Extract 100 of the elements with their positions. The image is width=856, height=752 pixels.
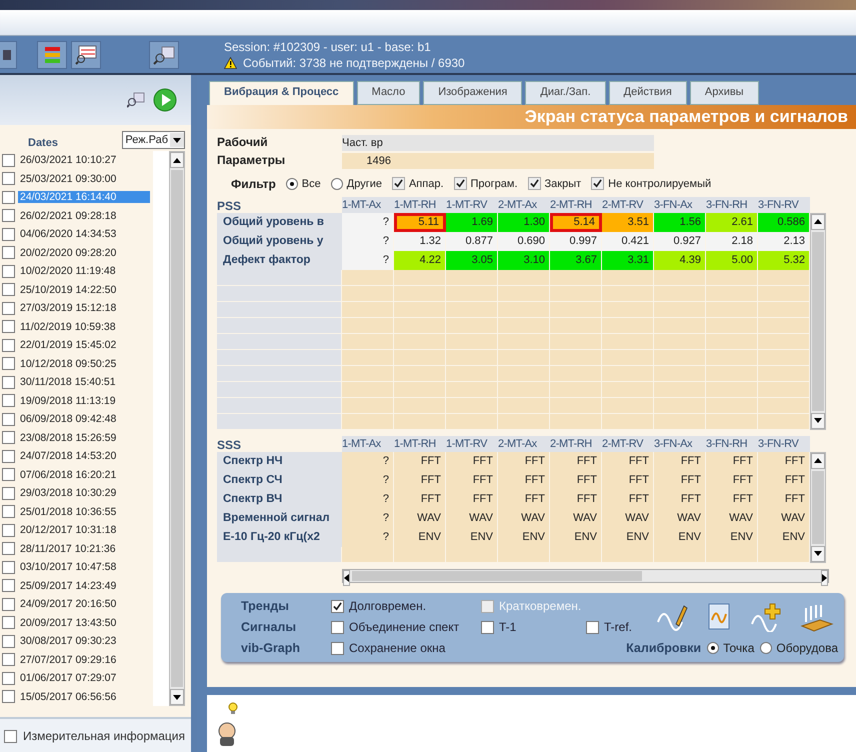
toolbar-icon[interactable] (0, 40, 17, 68)
checkbox[interactable] (331, 600, 344, 613)
scrollbar[interactable] (810, 212, 826, 430)
checkbox[interactable] (2, 524, 15, 537)
tab[interactable]: Масло (356, 81, 420, 105)
checkbox[interactable] (2, 450, 15, 463)
date-item[interactable]: 20/09/2017 13:43:50 (18, 616, 150, 629)
chart-search-icon[interactable] (71, 40, 101, 68)
checkbox[interactable] (591, 177, 604, 190)
date-item[interactable]: 19/09/2018 11:13:19 (18, 394, 150, 407)
checkbox[interactable] (2, 320, 15, 334)
checkbox[interactable] (331, 620, 344, 634)
date-item[interactable]: 26/03/2021 10:10:27 (18, 154, 150, 166)
checkbox[interactable] (2, 228, 15, 241)
checkbox-option[interactable]: Объединение спект (331, 620, 481, 634)
checkbox[interactable] (481, 620, 494, 634)
radio-button[interactable] (330, 178, 343, 190)
checkbox[interactable] (586, 620, 599, 634)
date-item[interactable]: 03/10/2017 10:47:58 (18, 561, 150, 574)
scroll-down-button[interactable] (170, 689, 184, 705)
tab[interactable]: Действия (608, 81, 687, 105)
scroll-up-button[interactable] (811, 452, 825, 469)
checkbox[interactable] (2, 357, 15, 370)
date-item[interactable]: 04/06/2020 14:34:53 (18, 228, 150, 240)
date-item[interactable]: 01/06/2017 07:29:07 (18, 672, 150, 684)
checkbox[interactable] (454, 177, 467, 190)
date-item[interactable]: 10/12/2018 09:50:25 (18, 358, 150, 370)
date-item[interactable]: 26/02/2021 09:28:18 (18, 210, 150, 222)
checkbox[interactable] (2, 209, 15, 222)
scrollbar[interactable] (169, 151, 185, 706)
date-item[interactable]: 28/11/2017 10:21:36 (18, 542, 150, 555)
date-item[interactable]: 25/10/2019 14:22:50 (18, 284, 150, 296)
checkbox[interactable] (2, 672, 15, 685)
date-item[interactable]: 20/12/2017 10:31:18 (18, 524, 150, 536)
date-item[interactable]: 07/06/2018 16:20:21 (18, 468, 150, 481)
date-item[interactable]: 30/08/2017 09:30:23 (18, 635, 150, 648)
checkbox-option[interactable]: T-ref. (586, 620, 656, 634)
date-item[interactable]: 15/05/2017 06:56:56 (18, 690, 150, 703)
date-item[interactable]: 30/11/2018 15:40:51 (18, 376, 150, 388)
scroll-up-button[interactable] (811, 214, 825, 230)
date-item[interactable]: 11/02/2019 10:59:38 (18, 320, 150, 333)
checkbox[interactable] (2, 376, 15, 389)
radio-button[interactable] (760, 642, 772, 654)
checkbox[interactable] (2, 690, 15, 704)
mode-dropdown[interactable]: Реж.Раб (122, 131, 185, 149)
checkbox[interactable] (2, 560, 15, 574)
checkbox[interactable] (2, 431, 15, 444)
checkbox[interactable] (2, 338, 15, 352)
tab[interactable]: Диаг./Зап. (525, 81, 606, 105)
date-item[interactable]: 24/09/2017 20:16:50 (18, 598, 150, 610)
checkbox[interactable] (2, 579, 15, 592)
scrollbar[interactable] (810, 452, 826, 563)
scroll-down-button[interactable] (811, 412, 825, 429)
checkbox[interactable] (2, 154, 15, 167)
checkbox[interactable] (2, 598, 15, 611)
date-item[interactable]: 24/07/2018 14:53:20 (18, 450, 150, 462)
checkbox[interactable] (2, 542, 15, 556)
date-item[interactable]: 27/07/2017 09:29:16 (18, 654, 150, 666)
checkbox[interactable] (2, 394, 15, 408)
checkbox[interactable] (2, 283, 15, 296)
checkbox[interactable] (2, 190, 15, 204)
signal-document-icon[interactable] (706, 602, 732, 632)
radio-button[interactable] (707, 642, 720, 654)
date-item[interactable]: 25/03/2021 09:30:00 (18, 172, 150, 185)
checkbox[interactable] (2, 634, 15, 648)
checkbox[interactable] (4, 730, 17, 742)
checkbox-option[interactable]: T-1 (481, 620, 586, 634)
date-item[interactable]: 10/02/2020 11:19:48 (18, 265, 150, 278)
checkbox[interactable] (2, 412, 15, 426)
scroll-down-button[interactable] (811, 546, 825, 562)
checkbox[interactable] (2, 653, 15, 666)
checkbox[interactable] (2, 468, 15, 482)
wave-plus-icon[interactable] (750, 602, 782, 632)
date-item[interactable]: 25/09/2017 14:23:49 (18, 580, 150, 592)
checkbox[interactable] (2, 616, 15, 630)
date-item[interactable]: 22/01/2019 15:45:02 (18, 339, 150, 352)
checkbox[interactable] (2, 172, 15, 186)
checkbox-option[interactable]: Сохранение окна (331, 641, 481, 656)
calendar-search-icon[interactable] (149, 40, 179, 68)
checkbox[interactable] (2, 246, 15, 260)
checkbox[interactable] (2, 264, 15, 278)
checkbox[interactable] (528, 177, 541, 190)
date-item[interactable]: 25/01/2018 10:36:55 (18, 506, 150, 518)
radio-button[interactable] (286, 178, 298, 190)
checkbox-option[interactable]: Долговремен. (331, 599, 481, 614)
checkbox[interactable] (2, 486, 15, 500)
tab[interactable]: Вибрация & Процесс (209, 81, 354, 105)
horizontal-scrollbar[interactable] (342, 568, 829, 583)
checkbox[interactable] (2, 505, 15, 518)
date-item[interactable]: 29/03/2018 10:30:29 (18, 487, 150, 500)
checkbox[interactable] (392, 177, 405, 190)
play-button-icon[interactable] (153, 88, 177, 112)
checkbox[interactable] (2, 302, 15, 315)
scroll-left-button[interactable] (343, 570, 350, 586)
calendar-search-icon[interactable] (127, 92, 145, 108)
date-item[interactable]: 06/09/2018 09:42:48 (18, 413, 150, 426)
date-item[interactable]: 27/03/2019 15:12:18 (18, 302, 150, 314)
checkbox[interactable] (331, 642, 344, 655)
tab[interactable]: Изображения (423, 81, 522, 105)
date-item[interactable]: 20/02/2020 09:28:20 (18, 246, 150, 259)
